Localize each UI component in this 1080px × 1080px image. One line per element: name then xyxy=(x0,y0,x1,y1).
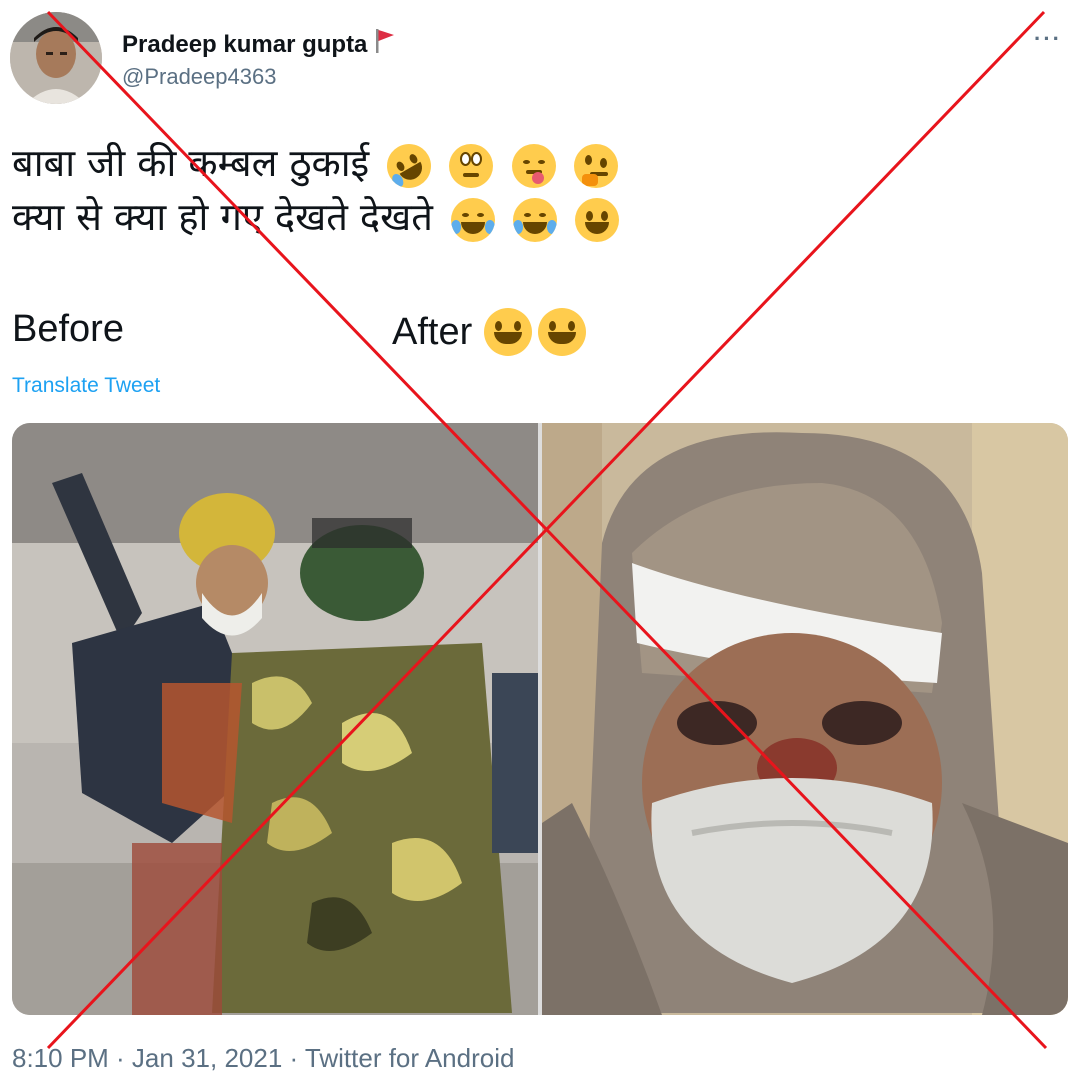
face-with-rolling-eyes-icon xyxy=(449,143,494,188)
display-name[interactable]: Pradeep kumar gupta xyxy=(122,31,367,59)
tweet-timestamp[interactable]: 8:10 PM · Jan 31, 2021 · Twitter for And… xyxy=(12,1043,514,1074)
translate-tweet-link[interactable]: Translate Tweet xyxy=(12,374,160,398)
grinning-face-icon xyxy=(484,308,533,356)
before-label: Before xyxy=(12,308,124,350)
user-handle[interactable]: @Pradeep4363 xyxy=(122,64,276,90)
tweet-text-line-1: बाबा जी की कम्बल ठुकाई xyxy=(12,135,618,196)
after-row: After xyxy=(392,308,587,356)
more-options-icon[interactable]: ··· xyxy=(1034,26,1062,52)
face-savoring-food-icon xyxy=(511,143,556,188)
after-label: After xyxy=(392,310,473,353)
thinking-face-icon xyxy=(573,143,618,188)
photo-after[interactable] xyxy=(542,423,1068,1015)
grinning-face-icon xyxy=(575,197,620,242)
face-with-tears-of-joy-icon xyxy=(450,197,495,242)
red-flag-icon xyxy=(375,28,395,61)
avatar[interactable] xyxy=(10,12,102,104)
tweet-text-2: क्या से क्या हो गए देखते देखते xyxy=(12,195,433,239)
tweet-media[interactable] xyxy=(12,423,1068,1015)
tweet-text-line-2: क्या से क्या हो गए देखते देखते xyxy=(12,194,620,242)
photo-before[interactable] xyxy=(12,423,538,1015)
user-avatar-image xyxy=(10,12,102,104)
display-name-row[interactable]: Pradeep kumar gupta xyxy=(122,28,395,61)
rolling-on-floor-laughing-icon xyxy=(379,135,440,196)
face-with-tears-of-joy-icon xyxy=(513,197,558,242)
grinning-face-icon xyxy=(538,308,587,356)
tweet-text-1: बाबा जी की कम्बल ठुकाई xyxy=(12,141,370,185)
